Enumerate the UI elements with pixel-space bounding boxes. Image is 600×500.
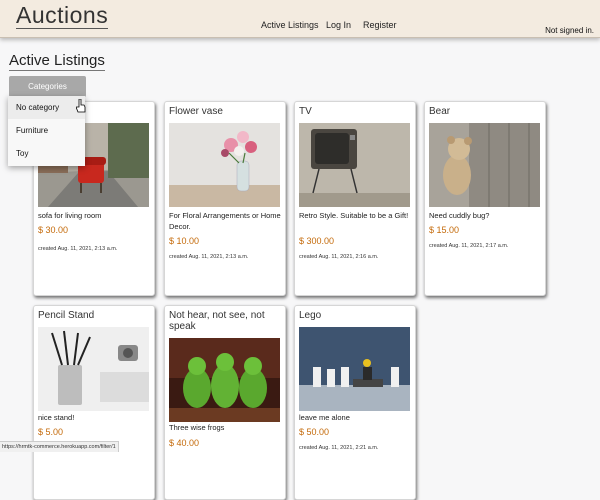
listing-price: $ 50.00 [299, 427, 330, 437]
nav-log-in[interactable]: Log In [326, 20, 351, 30]
status-url-tooltip: https://hrmtk-commerce.herokuapp.com/fil… [0, 441, 119, 452]
listing-title[interactable]: Lego [299, 310, 411, 321]
listing-image[interactable] [169, 123, 280, 207]
nav-register[interactable]: Register [363, 20, 397, 30]
listing-price: $ 300.00 [299, 236, 335, 246]
listing-description: Three wise frogs [169, 423, 225, 432]
listing-card[interactable]: Lego leave me alone $ 50.00 created Aug.… [294, 305, 416, 500]
listing-image[interactable] [299, 327, 410, 411]
listing-card[interactable]: Flower vase For Floral Arrangements or H… [164, 101, 286, 296]
listing-image[interactable] [38, 327, 149, 411]
menu-item-no-category[interactable]: No category [8, 96, 85, 119]
listing-description: Retro Style. Suitable to be a Gift! [299, 211, 409, 220]
listing-description: For Floral Arrangements or Home Decor. [169, 211, 281, 231]
listing-title[interactable]: Flower vase [169, 106, 281, 117]
brand-logo[interactable]: Auctions [16, 3, 109, 29]
listing-created: created Aug. 11, 2021, 2:17 a.m. [429, 243, 509, 249]
listing-card[interactable]: Bear Need cuddly bug? $ 15.00 created Au… [424, 101, 546, 296]
listing-title[interactable]: Not hear, not see, not speak [169, 310, 281, 332]
page-title: Active Listings [9, 52, 105, 71]
listing-price: $ 15.00 [429, 225, 460, 235]
categories-button[interactable]: Categories [9, 76, 86, 97]
nav-active-listings[interactable]: Active Listings [261, 20, 319, 30]
categories-menu: No category Furniture Toy [8, 96, 85, 166]
listing-card[interactable]: Pencil Stand nice stand! $ 5.00 [33, 305, 155, 500]
listing-image[interactable] [169, 338, 280, 422]
listing-created: created Aug. 11, 2021, 2:13 a.m. [169, 254, 249, 260]
listing-description: nice stand! [38, 413, 75, 422]
menu-item-furniture[interactable]: Furniture [8, 119, 85, 142]
signin-status: Not signed in. [545, 26, 594, 35]
listing-card[interactable]: TV Retro Style. Suitable to be a Gift! $… [294, 101, 416, 296]
listing-image[interactable] [299, 123, 410, 207]
listing-price: $ 10.00 [169, 236, 200, 246]
listing-image[interactable] [429, 123, 540, 207]
top-navbar: Auctions Active Listings Log In Register… [0, 0, 600, 38]
listing-card[interactable]: Not hear, not see, not speak Three wise … [164, 305, 286, 500]
listing-description: Need cuddly bug? [429, 211, 490, 220]
listing-price: $ 30.00 [38, 225, 69, 235]
listing-title[interactable]: TV [299, 106, 411, 117]
listing-description: leave me alone [299, 413, 350, 422]
listing-title[interactable]: Pencil Stand [38, 310, 150, 321]
listing-description: sofa for living room [38, 211, 102, 220]
listing-created: created Aug. 11, 2021, 2:16 a.m. [299, 254, 379, 260]
hand-cursor-icon [76, 99, 86, 113]
menu-item-toy[interactable]: Toy [8, 142, 85, 165]
listing-price: $ 5.00 [38, 427, 64, 437]
listing-created: created Aug. 11, 2021, 2:13 a.m. [38, 246, 118, 252]
listing-price: $ 40.00 [169, 438, 200, 448]
listing-title[interactable]: Bear [429, 106, 541, 117]
listing-created: created Aug. 11, 2021, 2:21 a.m. [299, 445, 379, 451]
